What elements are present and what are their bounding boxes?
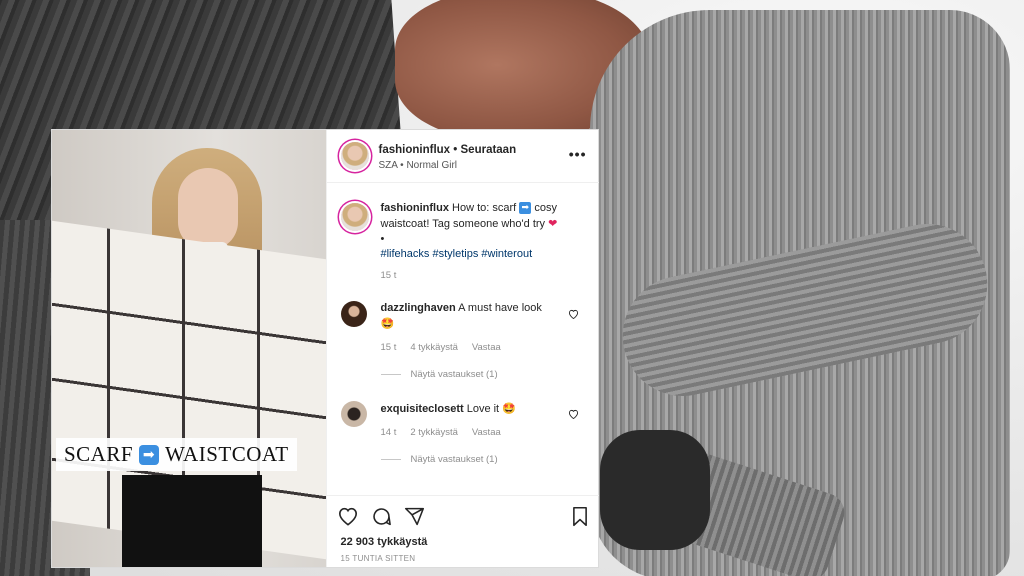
model-face — [178, 168, 238, 250]
star-struck-emoji: 🤩 — [502, 402, 516, 415]
view-replies-label[interactable]: Näytä vastaukset (1) — [411, 454, 498, 465]
author-avatar[interactable] — [340, 142, 369, 170]
comment-body: Love it — [466, 403, 500, 415]
video-caption-overlay: SCARF ➡ WAISTCOAT — [56, 438, 297, 471]
comment-text: exquisiteclosett Love it 🤩 — [381, 401, 561, 417]
model-trousers — [122, 475, 262, 567]
view-replies[interactable]: Näytä vastaukset (1) — [380, 454, 498, 465]
follow-status[interactable]: Seurataan — [461, 144, 517, 156]
view-replies[interactable]: Näytä vastaukset (1) — [380, 369, 498, 380]
replies-line — [380, 459, 401, 460]
commenter-avatar[interactable] — [340, 301, 367, 327]
share-icon[interactable] — [404, 506, 425, 527]
red-heart-icon: ❤ — [548, 217, 558, 230]
commenter-username[interactable]: exquisiteclosett — [381, 403, 464, 415]
posted-ago: 15 TUNTIA SITTEN — [340, 554, 416, 563]
commenter-avatar[interactable] — [340, 401, 367, 427]
comment-meta: 14 t 2 tykkäystä Vastaa — [381, 427, 501, 438]
black-glove — [600, 430, 710, 550]
commenter-username[interactable]: dazzlinghaven — [381, 302, 456, 314]
right-arrow-icon: ➡ — [519, 202, 532, 215]
comment-like-heart-icon[interactable] — [568, 409, 579, 422]
post-footer: 22 903 tykkäystä 15 TUNTIA SITTEN — [326, 495, 599, 568]
heart-icon[interactable] — [337, 506, 359, 527]
comment-meta: 15 t 4 tykkäystä Vastaa — [381, 342, 501, 353]
comments-area[interactable]: fashioninflux How to: scarf ➡ cosy waist… — [327, 183, 599, 495]
caption-username[interactable]: fashioninflux — [381, 202, 449, 214]
author-username[interactable]: fashioninflux — [379, 144, 451, 156]
comment-time: 14 t — [380, 427, 397, 438]
view-replies-label[interactable]: Näytä vastaukset (1) — [411, 369, 498, 380]
reply-button[interactable]: Vastaa — [472, 427, 501, 438]
comment-like-heart-icon[interactable] — [568, 309, 579, 322]
hashtags[interactable]: #lifehacks #styletips #winterout — [381, 248, 533, 260]
caption-bullet: • — [380, 233, 385, 245]
likes-count[interactable]: 22 903 tykkäystä — [341, 536, 428, 548]
bookmark-icon[interactable] — [571, 506, 589, 527]
audio-track[interactable]: SZA • Normal Girl — [379, 160, 458, 171]
post-video[interactable]: SCARF ➡ WAISTCOAT — [52, 130, 326, 567]
caption-part-1: How to: scarf — [452, 202, 517, 214]
comment-likes[interactable]: 4 tykkäystä — [410, 342, 458, 353]
caption-text: fashioninflux How to: scarf ➡ cosy waist… — [381, 201, 581, 283]
replies-line — [380, 374, 401, 375]
comment-item: dazzlinghaven A must have look 🤩 15 t 4 … — [340, 301, 585, 391]
star-struck-emoji: 🤩 — [380, 317, 395, 330]
more-options-icon[interactable]: ••• — [569, 146, 587, 162]
action-bar — [337, 506, 425, 527]
comment-item: exquisiteclosett Love it 🤩 14 t 2 tykkäy… — [340, 401, 585, 491]
right-arrow-icon: ➡ — [139, 444, 160, 465]
post-sidebar: fashioninflux • Seurataan SZA • Normal G… — [325, 130, 599, 568]
dot-separator: • — [453, 144, 461, 156]
comment-body: A must have look — [458, 302, 542, 314]
instagram-post-card: SCARF ➡ WAISTCOAT fashioninflux • Seurat… — [52, 130, 599, 568]
comment-time: 15 t — [380, 342, 397, 353]
caption-time: 15 t — [380, 270, 397, 281]
comment-text: dazzlinghaven A must have look 🤩 — [381, 301, 561, 332]
post-header: fashioninflux • Seurataan SZA • Normal G… — [326, 130, 599, 183]
author-line: fashioninflux • Seurataan — [379, 144, 517, 156]
comment-icon[interactable] — [371, 506, 392, 527]
reply-button[interactable]: Vastaa — [472, 342, 501, 353]
caption-author-avatar[interactable] — [340, 203, 369, 231]
caption-word-left: SCARF — [64, 442, 134, 466]
comment-likes[interactable]: 2 tykkäystä — [410, 427, 458, 438]
caption-word-right: WAISTCOAT — [165, 442, 289, 466]
